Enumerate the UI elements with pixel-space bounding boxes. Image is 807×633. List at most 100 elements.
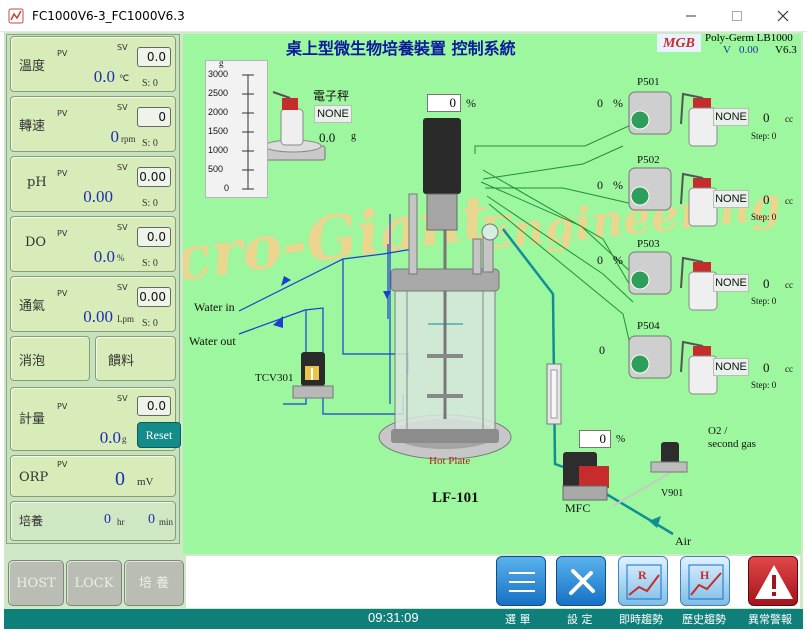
pump-p503-icon bbox=[628, 251, 672, 295]
sv-label: SV bbox=[117, 283, 128, 292]
antifoam-tile[interactable]: 消泡 bbox=[10, 336, 90, 381]
pv-label: PV bbox=[57, 460, 68, 469]
speed-tile[interactable]: 轉速 PV SV 0 0 rpm S: 0 bbox=[10, 96, 176, 152]
weight-scale-gauge: g 3000 2500 2000 1500 1000 500 0 bbox=[205, 58, 268, 198]
system-title: 桌上型微生物培養裝置 控制系統 bbox=[286, 39, 516, 58]
feed-tile[interactable]: 饋料 bbox=[95, 336, 176, 381]
process-diagram: cro-Giant Engineering 桌上型微生物培養裝置 控制系統 MG… bbox=[183, 34, 801, 554]
temperature-tile[interactable]: 溫度 PV SV 0.0 0.0 ℃ S: 0 bbox=[10, 36, 176, 92]
sv-label: SV bbox=[117, 43, 128, 52]
alarm-button[interactable] bbox=[748, 556, 798, 606]
pump-p501-icon bbox=[628, 91, 672, 135]
mfc-input[interactable]: 0 bbox=[579, 430, 611, 448]
water-out-arrow-icon bbox=[273, 316, 283, 328]
motor-speed-input[interactable]: 0 bbox=[427, 94, 461, 112]
menu-label: 選 單 bbox=[505, 613, 531, 626]
ph-sv-input[interactable]: 0.00 bbox=[137, 167, 171, 187]
culture-button[interactable]: 培 養 bbox=[124, 560, 184, 606]
pump-p503-cc-value: 0 bbox=[763, 276, 770, 291]
pump-p501-cc-value: 0 bbox=[763, 110, 770, 125]
history-trend-label: 歷史趨勢 bbox=[682, 613, 726, 626]
minimize-icon bbox=[686, 15, 696, 17]
bottle-p502-icon bbox=[680, 172, 718, 227]
settings-button[interactable] bbox=[556, 556, 606, 606]
pump-p501-label: P501 bbox=[637, 76, 660, 88]
aeration-tile[interactable]: 通氣 PV SV 0.00 0.00 Lpm S: 0 bbox=[10, 276, 176, 332]
maximize-button[interactable] bbox=[714, 0, 760, 32]
minimize-button[interactable] bbox=[668, 0, 714, 32]
speed-unit: rpm bbox=[121, 134, 136, 144]
aeration-unit: Lpm bbox=[117, 314, 134, 324]
second-gas-label: second gas bbox=[708, 438, 756, 450]
menu-button[interactable] bbox=[496, 556, 546, 606]
water-out-label: Water out bbox=[189, 334, 236, 348]
scale-tick: 1000 bbox=[208, 145, 229, 155]
antifoam-label: 消泡 bbox=[19, 354, 46, 369]
temperature-step: S: 0 bbox=[142, 78, 158, 89]
brand-v-label: V bbox=[723, 44, 731, 56]
lock-button[interactable]: LOCK bbox=[66, 560, 122, 606]
temperature-label: 溫度 bbox=[19, 59, 46, 74]
speed-step: S: 0 bbox=[142, 138, 158, 149]
history-trend-button[interactable]: H bbox=[680, 556, 730, 606]
bioreactor-vessel-icon bbox=[378, 118, 512, 460]
pump-p501-unit: % bbox=[613, 96, 623, 110]
pump-p503-value: 0 bbox=[597, 253, 603, 267]
pump-p502-cc-value: 0 bbox=[763, 192, 770, 207]
sv-label: SV bbox=[117, 394, 128, 403]
realtime-trend-button[interactable]: R bbox=[618, 556, 668, 606]
pump-p504-value: 0 bbox=[599, 343, 605, 357]
metering-sv-input[interactable]: 0.0 bbox=[137, 396, 171, 416]
balance-label: 電子秤 bbox=[313, 89, 350, 103]
brand-name: Poly-Germ LB1000 bbox=[705, 34, 793, 44]
app-icon bbox=[8, 8, 24, 24]
pump-p503-status: NONE bbox=[713, 274, 749, 292]
temperature-sv-input[interactable]: 0.0 bbox=[137, 47, 171, 67]
metering-unit: g bbox=[122, 434, 127, 444]
tools-icon bbox=[569, 569, 595, 595]
culture-hours-unit: hr bbox=[117, 517, 125, 527]
pump-p502-status: NONE bbox=[713, 190, 749, 208]
v901-label: V901 bbox=[661, 488, 684, 499]
metering-tile[interactable]: 計量 PV SV 0.0 0.0 g Reset bbox=[10, 387, 181, 451]
pump-p503-step: Step: 0 bbox=[751, 296, 777, 306]
v901-valve-icon bbox=[650, 442, 688, 473]
pv-label: PV bbox=[57, 49, 68, 58]
bottle-p504-icon bbox=[680, 340, 718, 395]
culture-label: 培養 bbox=[19, 514, 44, 528]
water-lines bbox=[238, 214, 414, 415]
sv-label: SV bbox=[117, 103, 128, 112]
svg-text:MGB: MGB bbox=[662, 36, 695, 51]
pump-p504-status: NONE bbox=[713, 358, 749, 376]
aeration-sv-input[interactable]: 0.00 bbox=[137, 287, 171, 307]
do-pv-value: 0.0 bbox=[93, 247, 115, 266]
temperature-unit: ℃ bbox=[119, 73, 130, 83]
pump-p503-cc-unit: cc bbox=[785, 280, 793, 290]
mfc-unit: % bbox=[616, 433, 626, 445]
speed-sv-input[interactable]: 0 bbox=[137, 107, 171, 127]
aeration-step: S: 0 bbox=[142, 318, 158, 329]
do-tile[interactable]: DO PV SV 0.0 0.0 % S: 0 bbox=[10, 216, 176, 272]
metering-reset-button[interactable]: Reset bbox=[137, 422, 181, 448]
pv-label: PV bbox=[57, 169, 68, 178]
brand-block: MGB Poly-Germ LB1000 V 0.00 V6.3 bbox=[655, 34, 801, 58]
pump-p504-icon bbox=[628, 335, 672, 379]
pump-p504-label: P504 bbox=[637, 320, 660, 332]
orp-tile[interactable]: ORP PV 0 mV bbox=[10, 455, 176, 497]
do-label: DO bbox=[25, 235, 47, 250]
tcv-label: TCV301 bbox=[255, 372, 294, 384]
host-mode-button[interactable]: HOST bbox=[8, 560, 64, 606]
pump-p503-unit: % bbox=[613, 253, 623, 267]
do-sv-input[interactable]: 0.0 bbox=[137, 227, 171, 247]
temperature-pv-value: 0.0 bbox=[93, 67, 115, 86]
culture-minutes: 0 bbox=[148, 512, 155, 527]
tcv-valve-icon bbox=[292, 352, 334, 399]
do-unit: % bbox=[117, 253, 125, 263]
ph-tile[interactable]: pH PV SV 0.00 0.00 S: 0 bbox=[10, 156, 176, 212]
window-title: FC1000V6-3_FC1000V6.3 bbox=[32, 9, 185, 23]
hot-plate-label: Hot Plate bbox=[429, 455, 471, 467]
pump-p502-value: 0 bbox=[597, 178, 603, 192]
balance-status: NONE bbox=[314, 105, 352, 123]
close-button[interactable] bbox=[760, 0, 806, 32]
orp-unit: mV bbox=[137, 476, 154, 488]
